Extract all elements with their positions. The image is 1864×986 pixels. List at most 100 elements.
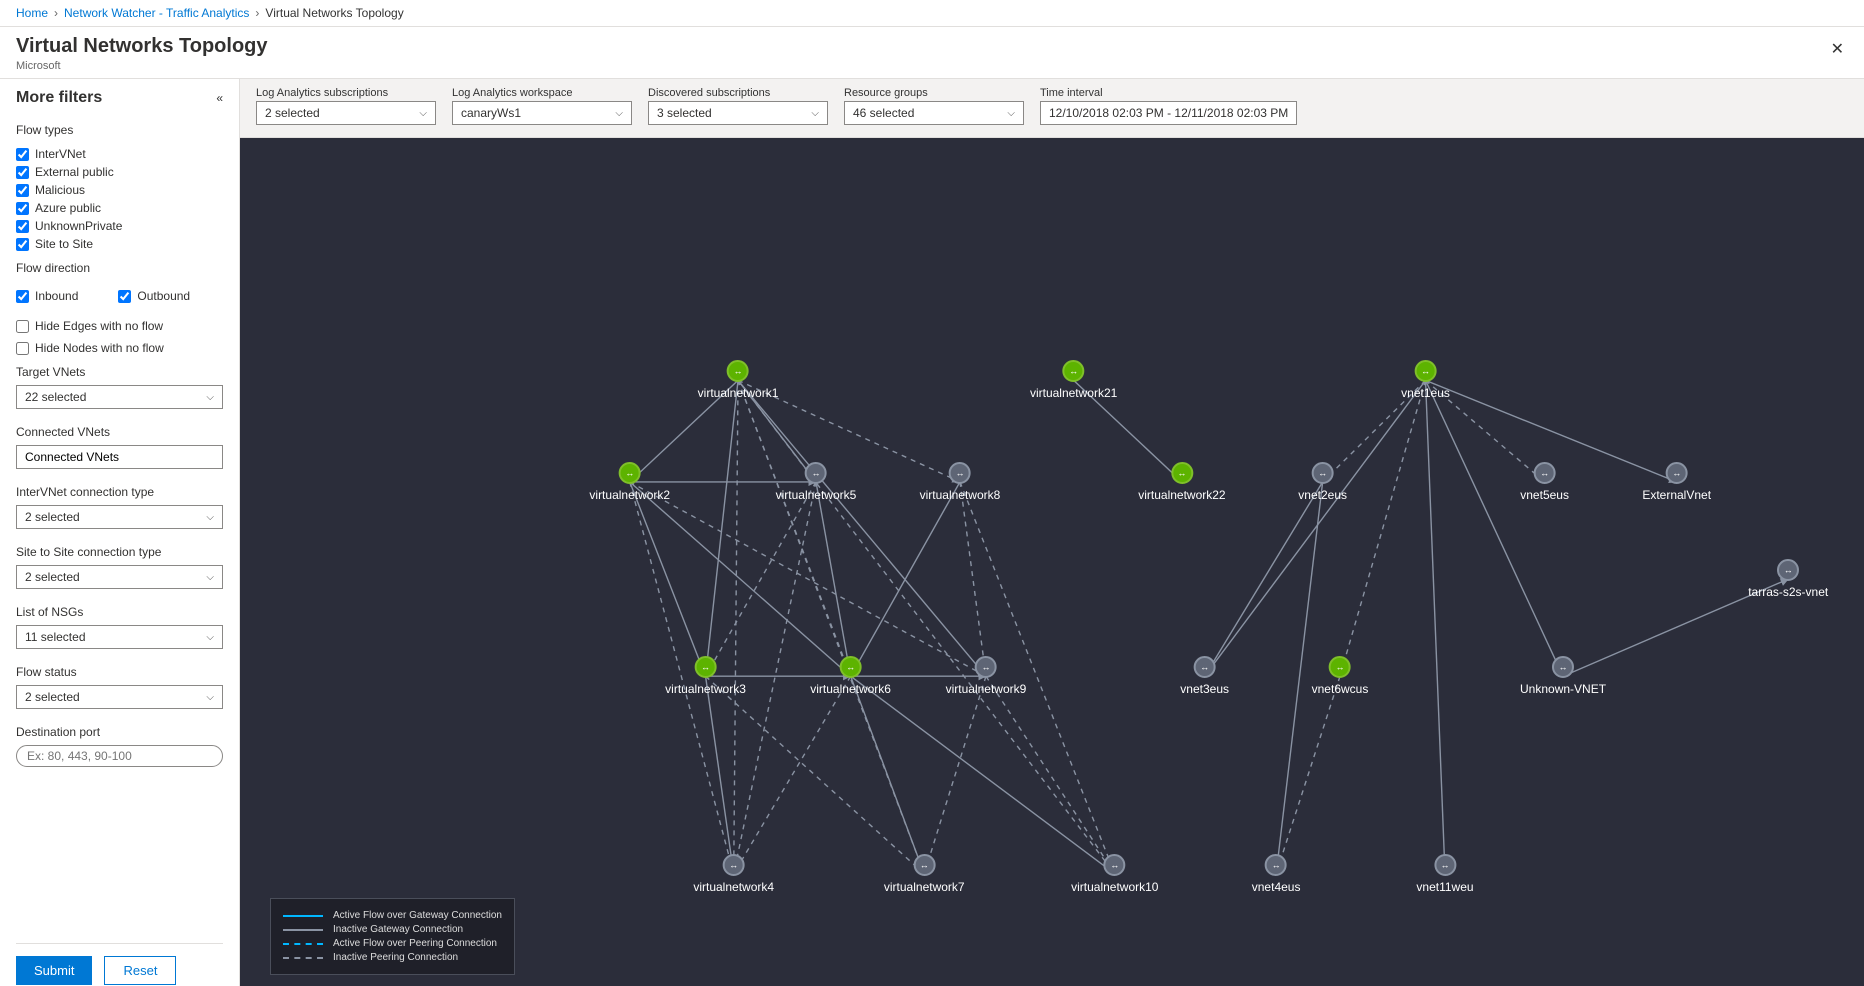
legend-inactive-gateway: Inactive Gateway Connection <box>333 924 463 935</box>
flow-type-external-public[interactable]: External public <box>16 165 223 179</box>
flow-direction-outbound[interactable]: Outbound <box>118 289 190 303</box>
chevron-down-icon: ⌵ <box>206 392 214 403</box>
node-label: virtualnetwork6 <box>810 682 891 696</box>
workspace-dropdown[interactable]: canaryWs1 ⌵ <box>452 101 632 125</box>
resource-groups-value: 46 selected <box>853 106 914 120</box>
node-label: virtualnetwork1 <box>698 386 779 400</box>
node-label: virtualnetwork4 <box>693 880 774 894</box>
topology-edge <box>734 676 851 874</box>
topology-node-virtualnetwork2[interactable]: virtualnetwork2 <box>589 462 670 502</box>
topology-node-virtualnetwork1[interactable]: virtualnetwork1 <box>698 360 779 400</box>
intervnet-conn-type-dropdown[interactable]: 2 selected ⌵ <box>16 505 223 529</box>
subs-dropdown[interactable]: 2 selected⌵ <box>256 101 436 125</box>
close-button[interactable]: ✕ <box>1827 35 1848 63</box>
target-vnets-value: 22 selected <box>25 390 86 404</box>
vnet-icon <box>1329 656 1351 678</box>
node-label: virtualnetwork22 <box>1138 488 1225 502</box>
connected-vnets-label: Connected VNets <box>16 425 223 439</box>
flow-type-intervnet[interactable]: InterVNet <box>16 147 223 161</box>
topology-node-vnet6wcus[interactable]: vnet6wcus <box>1312 656 1369 696</box>
legend: Active Flow over Gateway Connection Inac… <box>270 898 515 975</box>
resource-groups-dropdown[interactable]: 46 selected⌵ <box>844 101 1024 125</box>
topology-edge <box>986 676 1115 874</box>
topology-node-virtualnetwork5[interactable]: virtualnetwork5 <box>776 462 857 502</box>
vnet-icon <box>1194 656 1216 678</box>
topology-node-vnet3eus[interactable]: vnet3eus <box>1180 656 1229 696</box>
topology-canvas[interactable]: virtualnetwork1 virtualnetwork21 vnet1eus v… <box>240 138 1864 986</box>
flow-direction-label: Flow direction <box>16 261 223 275</box>
topology-node-virtualnetwork22[interactable]: virtualnetwork22 <box>1138 462 1225 502</box>
topology-edge <box>630 482 851 676</box>
discovered-subs-value: 3 selected <box>657 106 712 120</box>
flow-type-malicious[interactable]: Malicious <box>16 183 223 197</box>
topology-node-ExternalVnet[interactable]: ExternalVnet <box>1642 462 1711 502</box>
topology-node-vnet1eus[interactable]: vnet1eus <box>1401 360 1450 400</box>
topology-node-vnet11weu[interactable]: vnet11weu <box>1416 854 1473 894</box>
topology-edge <box>816 482 851 676</box>
s2s-conn-type-dropdown[interactable]: 2 selected⌵ <box>16 565 223 589</box>
topology-edge <box>706 676 925 874</box>
filter-panel: More filters « Flow types InterVNetExter… <box>0 79 240 986</box>
flow-status-dropdown[interactable]: 2 selected⌵ <box>16 685 223 709</box>
topology-edge <box>924 676 986 874</box>
topology-node-virtualnetwork3[interactable]: virtualnetwork3 <box>665 656 746 696</box>
topology-node-virtualnetwork8[interactable]: virtualnetwork8 <box>920 462 1001 502</box>
vnet-icon <box>1312 462 1334 484</box>
topology-node-virtualnetwork6[interactable]: virtualnetwork6 <box>810 656 891 696</box>
collapse-panel-icon[interactable]: « <box>216 91 223 105</box>
topology-edge <box>1340 380 1426 676</box>
topology-node-tarras-s2s-vnet[interactable]: tarras-s2s-vnet <box>1748 559 1828 599</box>
flow-type-unknownprivate[interactable]: UnknownPrivate <box>16 219 223 233</box>
workspace-label: Log Analytics workspace <box>452 87 632 99</box>
time-interval-picker[interactable]: 12/10/2018 02:03 PM - 12/11/2018 02:03 P… <box>1040 101 1297 125</box>
breadcrumb-current: Virtual Networks Topology <box>265 6 403 20</box>
topology-node-vnet2eus[interactable]: vnet2eus <box>1298 462 1347 502</box>
chevron-down-icon: ⌵ <box>206 692 214 703</box>
chevron-down-icon: ⌵ <box>615 108 623 119</box>
chevron-down-icon: ⌵ <box>206 512 214 523</box>
dest-port-input[interactable] <box>16 745 223 767</box>
flow-type-label: External public <box>35 165 114 179</box>
vnet-icon <box>1552 656 1574 678</box>
topology-node-virtualnetwork10[interactable]: virtualnetwork10 <box>1071 854 1158 894</box>
breadcrumb-home[interactable]: Home <box>16 6 48 20</box>
flow-direction-label: Outbound <box>137 289 190 303</box>
target-vnets-label: Target VNets <box>16 365 223 379</box>
intervnet-conn-type-value: 2 selected <box>25 510 80 524</box>
discovered-subs-dropdown[interactable]: 3 selected⌵ <box>648 101 828 125</box>
reset-button[interactable]: Reset <box>104 956 176 985</box>
topology-node-virtualnetwork7[interactable]: virtualnetwork7 <box>884 854 965 894</box>
legend-line-active-peering <box>283 943 323 945</box>
node-label: virtualnetwork3 <box>665 682 746 696</box>
flow-type-azure-public[interactable]: Azure public <box>16 201 223 215</box>
breadcrumb: Home › Network Watcher - Traffic Analyti… <box>0 0 1864 27</box>
vnet-icon <box>949 462 971 484</box>
flow-direction-inbound[interactable]: Inbound <box>16 289 78 303</box>
topology-node-virtualnetwork9[interactable]: virtualnetwork9 <box>946 656 1027 696</box>
hide-nodes-checkbox[interactable]: Hide Nodes with no flow <box>16 341 223 355</box>
topology-edge <box>1205 380 1426 676</box>
vnet-icon <box>695 656 717 678</box>
connected-vnets-input[interactable] <box>16 445 223 469</box>
topology-node-vnet5eus[interactable]: vnet5eus <box>1520 462 1569 502</box>
topology-edge <box>706 676 734 874</box>
submit-button[interactable]: Submit <box>16 956 92 985</box>
topology-node-virtualnetwork4[interactable]: virtualnetwork4 <box>693 854 774 894</box>
hide-edges-checkbox[interactable]: Hide Edges with no flow <box>16 319 223 333</box>
breadcrumb-separator: › <box>255 6 259 20</box>
breadcrumb-network-watcher[interactable]: Network Watcher - Traffic Analytics <box>64 6 249 20</box>
breadcrumb-separator: › <box>54 6 58 20</box>
topology-node-Unknown-VNET[interactable]: Unknown-VNET <box>1520 656 1606 696</box>
node-label: ExternalVnet <box>1642 488 1711 502</box>
legend-active-gateway: Active Flow over Gateway Connection <box>333 910 502 921</box>
list-nsgs-dropdown[interactable]: 11 selected⌵ <box>16 625 223 649</box>
target-vnets-dropdown[interactable]: 22 selected ⌵ <box>16 385 223 409</box>
flow-type-site-to-site[interactable]: Site to Site <box>16 237 223 251</box>
topology-node-virtualnetwork21[interactable]: virtualnetwork21 <box>1030 360 1117 400</box>
topology-node-vnet4eus[interactable]: vnet4eus <box>1252 854 1301 894</box>
legend-active-peering: Active Flow over Peering Connection <box>333 938 497 949</box>
node-label: tarras-s2s-vnet <box>1748 585 1828 599</box>
flow-types-label: Flow types <box>16 123 223 137</box>
workspace-value: canaryWs1 <box>461 106 521 120</box>
node-label: vnet3eus <box>1180 682 1229 696</box>
